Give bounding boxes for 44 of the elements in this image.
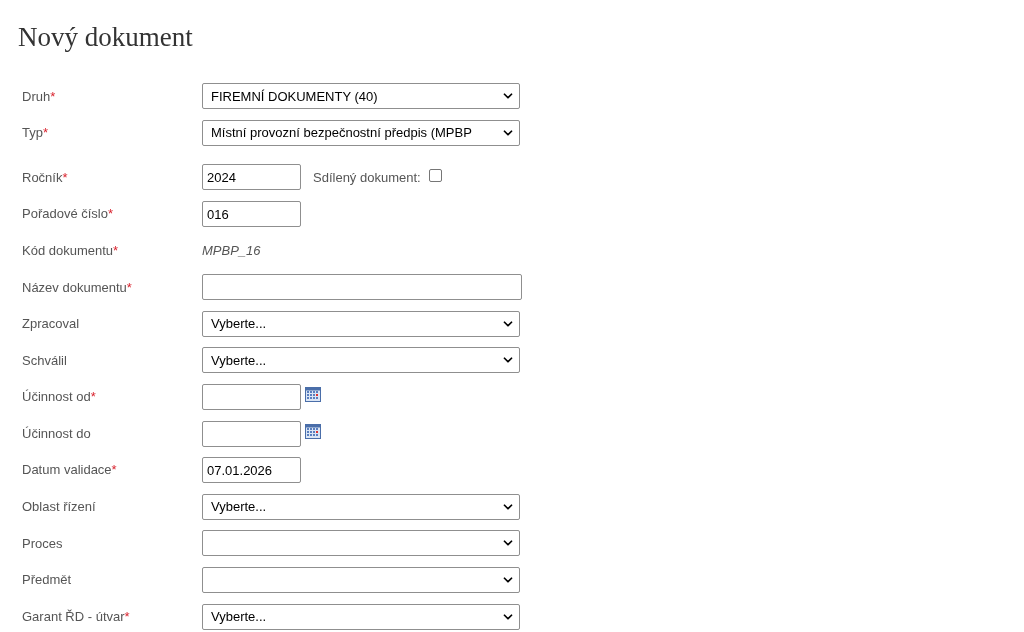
required-mark: * [111,461,117,480]
checkbox[interactable] [428,169,442,182]
dropdown[interactable]: Vyberte... [202,347,520,374]
dropdown[interactable]: Vyberte... [202,310,520,337]
dropdown[interactable]: Místní provozní bezpečnostní předpis (MPBP [202,119,520,146]
required-mark: * [124,607,130,626]
dropdown[interactable] [202,567,520,593]
required-mark: * [62,168,68,187]
required-mark: * [90,388,96,407]
calendar-icon[interactable] [305,422,321,439]
field-label: Datum validace [22,461,112,480]
required-mark: * [126,278,132,297]
field-label: Typ [22,124,43,143]
field-value: MPBP_16 [202,241,261,260]
field-label: Druh [22,87,51,106]
field-label: Účinnost od [22,388,91,407]
field-label: Oblast řízení [22,498,96,517]
dropdown[interactable]: Vyberte... [202,603,520,630]
field-label: Název dokumentu [22,278,127,297]
dropdown[interactable] [202,530,520,557]
date-field[interactable] [202,420,301,447]
input-field[interactable] [202,274,522,301]
required-mark: * [113,241,119,260]
dropdown[interactable]: Vyberte... [202,493,520,520]
calendar-icon[interactable] [305,386,321,403]
input-field[interactable]: 2024 [202,164,301,191]
checkbox-label: Sdílený dokument: [313,168,421,187]
field-label: Předmět [22,571,72,590]
field-label: Zpracoval [22,315,80,334]
dropdown[interactable]: FIREMNÍ DOKUMENTY (40) [202,83,520,110]
required-mark: * [108,205,114,224]
required-mark: * [42,124,49,143]
page-title: Nový dokument [18,21,194,54]
field-label: Ročník [22,168,63,187]
field-label: Garant ŘD - útvar [22,607,125,626]
field-label: Proces [22,534,63,553]
input-field[interactable]: 07.01.2026 [202,457,301,484]
input-field[interactable]: 016 [202,201,301,228]
date-field[interactable] [202,384,301,411]
field-label: Kód dokumentu [22,241,114,260]
required-mark: * [50,87,56,106]
field-label: Pořadové číslo [22,205,108,224]
field-label: Účinnost do [22,424,91,443]
field-label: Schválil [22,351,67,370]
